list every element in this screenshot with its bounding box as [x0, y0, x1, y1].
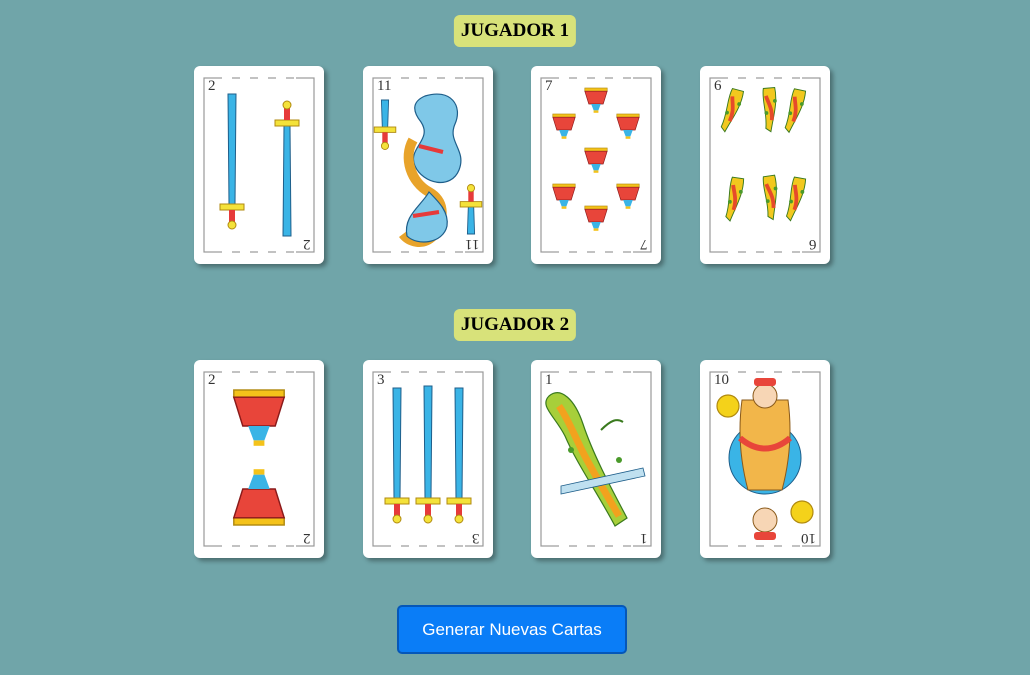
- card[interactable]: 3 3: [363, 360, 493, 558]
- sword-icon: [372, 370, 484, 548]
- card[interactable]: 6 6: [700, 66, 830, 264]
- card[interactable]: 11 11: [363, 66, 493, 264]
- horse-knight-icon: [372, 76, 484, 254]
- card[interactable]: 7 7: [531, 66, 661, 264]
- card[interactable]: 10 10: [700, 360, 830, 558]
- king-coin-icon: [709, 370, 821, 548]
- cup-icon: [540, 76, 652, 254]
- player-1-hand: 2 2 11 11 7 7 6 6: [194, 66, 830, 264]
- player-1-title: JUGADOR 1: [453, 15, 577, 47]
- sword-icon: [203, 76, 315, 254]
- card[interactable]: 1 1: [531, 360, 661, 558]
- cup-icon: [203, 370, 315, 548]
- club-icon: [709, 76, 821, 254]
- club-icon: [540, 370, 652, 548]
- player-2-hand: 2 2 3 3 1 1 10 10: [194, 360, 830, 558]
- card[interactable]: 2 2: [194, 66, 324, 264]
- player-2-title: JUGADOR 2: [453, 309, 577, 341]
- generate-new-cards-button[interactable]: Generar Nuevas Cartas: [397, 605, 627, 654]
- card[interactable]: 2 2: [194, 360, 324, 558]
